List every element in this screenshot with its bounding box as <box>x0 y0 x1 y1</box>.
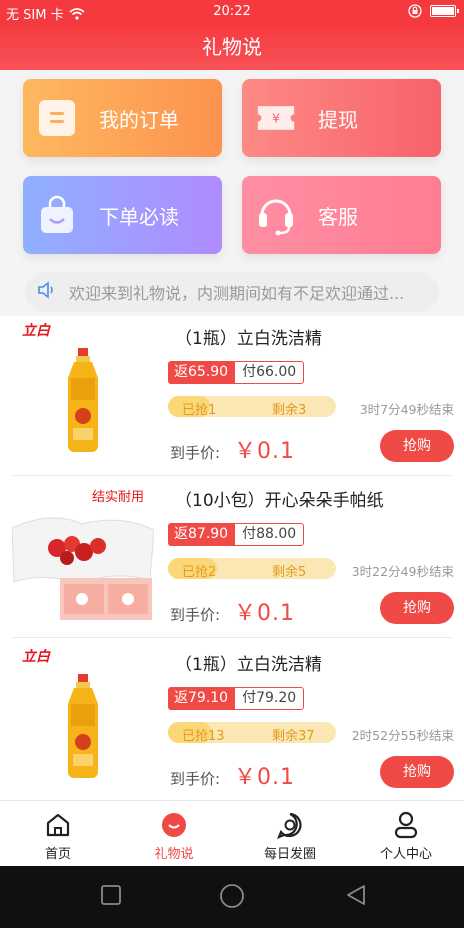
tab-profile-label: 个人中心 <box>379 847 432 862</box>
product-name: （1瓶）立白洗洁精 <box>175 655 322 675</box>
final-price-label: 到手价: <box>170 444 221 462</box>
announcement-text: 欢迎来到礼物说，内测期间如有不足欢迎通过... <box>69 284 405 303</box>
status-bar: 无 SIM 卡 20:22 <box>0 0 464 24</box>
divider <box>12 637 452 638</box>
daily-circle-icon <box>277 812 302 839</box>
tab-home[interactable]: 首页 <box>0 801 116 867</box>
remaining-count: 剩余37 <box>272 729 315 744</box>
customer-service-label: 客服 <box>318 204 358 229</box>
rebate-amount: 返79.10 <box>168 687 235 710</box>
page-title: 礼物说 <box>0 24 464 70</box>
customer-service-button[interactable]: 客服 <box>242 176 441 254</box>
buy-button[interactable]: 抢购 <box>380 430 454 462</box>
back-triangle-icon[interactable] <box>345 884 367 906</box>
announcement-bar[interactable]: 欢迎来到礼物说，内测期间如有不足欢迎通过... <box>25 272 439 312</box>
withdraw-button[interactable]: ¥ 提现 <box>242 79 441 157</box>
order-icon <box>37 98 77 138</box>
my-orders-label: 我的订单 <box>99 107 179 132</box>
rebate-pay-tag: 返79.10 付79.20 <box>168 687 305 710</box>
must-read-button[interactable]: 下单必读 <box>23 176 222 254</box>
profile-icon <box>394 811 418 839</box>
tab-gift-talk-label: 礼物说 <box>154 847 194 862</box>
buy-button[interactable]: 抢购 <box>380 756 454 788</box>
yen-ticket-icon: ¥ <box>256 98 296 138</box>
divider <box>12 475 452 476</box>
product-image: 立白 <box>12 318 154 468</box>
product-name: （10小包）开心朵朵手帕纸 <box>175 491 384 511</box>
sold-count: 已抢1 <box>182 403 217 418</box>
rebate-amount: 返65.90 <box>168 361 235 384</box>
tab-daily-circle[interactable]: 每日发圈 <box>232 801 348 867</box>
rebate-pay-tag: 返87.90 付88.00 <box>168 523 305 546</box>
rebate-pay-tag: 返65.90 付66.00 <box>168 361 305 384</box>
headset-icon <box>256 195 296 236</box>
countdown-text: 2时52分55秒结束 <box>351 728 454 743</box>
product-list[interactable]: 立白 （1瓶）立白洗洁精 返65.90 付66.00 已抢1 剩余3 3时7分4… <box>0 316 464 800</box>
tab-profile[interactable]: 个人中心 <box>348 801 464 867</box>
shopping-bag-icon <box>37 195 77 235</box>
final-price: ￥0.1 <box>234 439 295 464</box>
product-card[interactable]: 结实耐用 （10小包）开心朵朵手帕纸 返87.90 付88.00 已抢2 剩余5… <box>0 478 464 638</box>
sales-progress-bar: 已抢1 剩余3 <box>168 396 336 418</box>
dish-soap-bottle-icon <box>68 674 98 778</box>
gift-talk-icon <box>162 813 186 837</box>
home-icon <box>46 813 70 837</box>
speaker-icon <box>37 281 57 303</box>
sold-count: 已抢2 <box>182 565 217 580</box>
tab-daily-circle-label: 每日发圈 <box>263 847 316 862</box>
rotation-lock-icon <box>408 4 422 18</box>
pay-amount: 付66.00 <box>234 361 305 384</box>
countdown-text: 3时7分49秒结束 <box>359 402 454 417</box>
final-price: ￥0.1 <box>234 765 295 790</box>
dish-soap-bottle-icon <box>68 348 98 452</box>
rebate-amount: 返87.90 <box>168 523 235 546</box>
remaining-count: 剩余3 <box>272 403 307 418</box>
final-price: ￥0.1 <box>234 601 295 626</box>
product-image: 结实耐用 <box>12 480 154 630</box>
countdown-text: 3时22分49秒结束 <box>351 564 454 579</box>
product-card[interactable]: 立白 （1瓶）立白洗洁精 返79.10 付79.20 已抢13 剩余37 2时5… <box>0 642 464 802</box>
bottom-tab-bar: 首页 礼物说 每日发圈 个人中心 <box>0 800 464 866</box>
pay-amount: 付88.00 <box>234 523 305 546</box>
sales-progress-bar: 已抢13 剩余37 <box>168 722 336 744</box>
my-orders-button[interactable]: 我的订单 <box>23 79 222 157</box>
battery-icon <box>430 5 459 17</box>
status-time: 20:22 <box>213 4 251 19</box>
sales-progress-bar: 已抢2 剩余5 <box>168 558 336 580</box>
withdraw-label: 提现 <box>318 107 358 132</box>
brand-logo: 结实耐用 <box>92 490 145 505</box>
tab-gift-talk[interactable]: 礼物说 <box>116 801 232 867</box>
svg-text:¥: ¥ <box>272 111 280 126</box>
recent-apps-icon[interactable] <box>100 884 122 906</box>
home-circle-icon[interactable] <box>219 883 245 909</box>
final-price-label: 到手价: <box>170 606 221 624</box>
product-image: 立白 <box>12 644 154 794</box>
system-navigation-bar <box>0 866 464 928</box>
buy-button[interactable]: 抢购 <box>380 592 454 624</box>
final-price-label: 到手价: <box>170 770 221 788</box>
must-read-label: 下单必读 <box>99 204 179 229</box>
remaining-count: 剩余5 <box>272 565 307 580</box>
tab-home-label: 首页 <box>44 847 71 862</box>
sold-count: 已抢13 <box>182 729 225 744</box>
pay-amount: 付79.20 <box>234 687 305 710</box>
product-name: （1瓶）立白洗洁精 <box>175 329 322 349</box>
product-card[interactable]: 立白 （1瓶）立白洗洁精 返65.90 付66.00 已抢1 剩余3 3时7分4… <box>0 316 464 476</box>
